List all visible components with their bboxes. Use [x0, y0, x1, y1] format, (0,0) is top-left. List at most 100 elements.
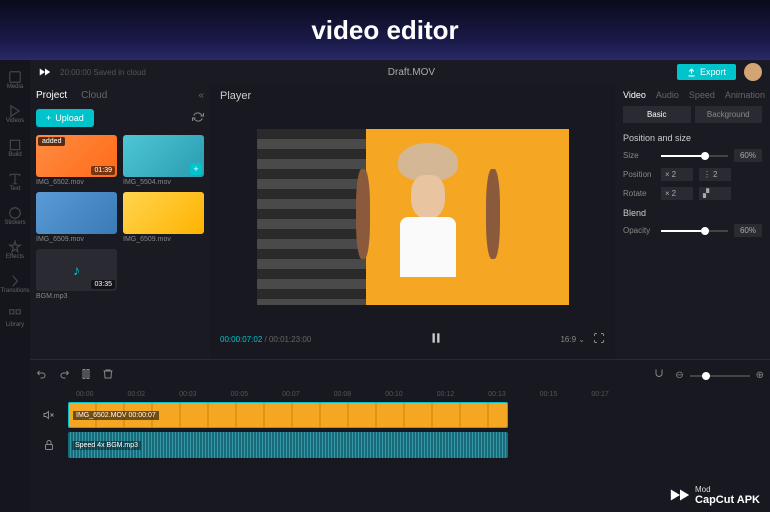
opacity-slider[interactable] — [661, 230, 728, 232]
section-position-size: Position and size — [623, 133, 762, 143]
thumb-filename: IMG_6509.mov — [36, 236, 117, 243]
video-clip[interactable]: IMG_6502.MOV 00:00:07 — [68, 402, 508, 428]
timecode: 00:00:07:02 / 00:01:23:00 — [220, 335, 311, 344]
watermark: ModCapCut APK — [669, 484, 760, 506]
video-track: IMG_6502.MOV 00:00:07 — [36, 402, 764, 428]
mute-icon[interactable] — [36, 409, 62, 421]
tab-cloud[interactable]: Cloud — [81, 90, 107, 101]
split-icon[interactable] — [80, 368, 92, 383]
plus-icon: + — [46, 113, 51, 123]
rail-videos[interactable]: Videos — [6, 104, 24, 124]
banner-title: video editor — [311, 15, 458, 46]
rail-transitions[interactable]: Transitions — [0, 274, 29, 294]
zoom-slider[interactable] — [690, 375, 750, 377]
thumb-filename: IMG_6502.mov — [36, 179, 117, 186]
audio-track: Speed 4x BGM.mp3 — [36, 432, 764, 458]
time-ruler[interactable]: 00:0000:0200:0300:0500:0700:0800:1000:12… — [36, 389, 764, 402]
rotate-input[interactable]: × 2 — [661, 187, 693, 200]
left-rail: Media Videos Build Text Stickers Effects… — [0, 60, 30, 512]
library-tabs: Project Cloud « — [36, 90, 204, 101]
banner: video editor — [0, 0, 770, 60]
thumbnail-grid: added01:39 IMG_6502.mov + IMG_5504.mov I… — [36, 135, 204, 300]
upload-button[interactable]: +Upload — [36, 109, 94, 127]
thumb-filename: IMG_5504.mov — [123, 179, 204, 186]
media-thumb[interactable]: ♪03:35 BGM.mp3 — [36, 249, 117, 300]
music-note-icon: ♪ — [73, 262, 80, 278]
subtab-basic[interactable]: Basic — [623, 106, 691, 123]
media-thumb[interactable]: + IMG_5504.mov — [123, 135, 204, 186]
preview-viewport[interactable] — [220, 108, 605, 325]
rail-effects[interactable]: Effects — [6, 240, 24, 260]
rail-build[interactable]: Build — [8, 138, 22, 158]
tab-speed[interactable]: Speed — [689, 90, 715, 100]
position-y-input[interactable]: ⋮ 2 — [699, 168, 731, 181]
media-thumb[interactable]: IMG_6509.mov — [123, 192, 204, 243]
app-logo-icon — [38, 65, 52, 79]
fullscreen-icon[interactable] — [593, 332, 605, 346]
collapse-icon[interactable]: « — [198, 90, 204, 101]
size-row: Size 60% — [623, 149, 762, 162]
timeline-toolbar: ⊖ ⊕ — [36, 364, 764, 389]
size-label: Size — [623, 151, 655, 160]
position-row: Position × 2 ⋮ 2 — [623, 168, 762, 181]
topbar: 20:00:00 Saved in cloud Draft.MOV Export — [30, 60, 770, 84]
rail-media[interactable]: Media — [7, 70, 23, 90]
media-thumb[interactable]: IMG_6509.mov — [36, 192, 117, 243]
undo-icon[interactable] — [36, 368, 48, 383]
sub-tabs: Basic Background — [623, 106, 762, 123]
panel-tabs: Video Audio Speed Animation — [623, 90, 762, 100]
magnet-icon[interactable] — [653, 368, 665, 383]
export-button[interactable]: Export — [677, 64, 736, 80]
tracks: IMG_6502.MOV 00:00:07 Speed 4x BGM.mp3 — [36, 402, 764, 458]
player-panel: Player 00:00:07:02 / 00:01:23:00 16:9 ⌄ — [210, 84, 615, 359]
player-heading: Player — [220, 90, 605, 102]
capcut-logo-icon — [669, 484, 691, 506]
size-value[interactable]: 60% — [734, 149, 762, 162]
thumb-filename: IMG_6509.mov — [123, 236, 204, 243]
rail-library[interactable]: Library — [6, 308, 24, 328]
opacity-row: Opacity 60% — [623, 224, 762, 237]
tab-audio[interactable]: Audio — [656, 90, 679, 100]
media-library: Project Cloud « +Upload added01:39 IMG_6… — [30, 84, 210, 359]
app-root: Media Videos Build Text Stickers Effects… — [0, 60, 770, 512]
preview-frame — [257, 129, 569, 305]
project-title: Draft.MOV — [154, 67, 669, 78]
middle-row: Project Cloud « +Upload added01:39 IMG_6… — [30, 84, 770, 359]
section-blend: Blend — [623, 208, 762, 218]
position-x-input[interactable]: × 2 — [661, 168, 693, 181]
pause-button[interactable] — [429, 331, 443, 347]
tab-project[interactable]: Project — [36, 90, 67, 101]
rotate-row: Rotate × 2 ▞ — [623, 187, 762, 200]
add-icon[interactable]: + — [190, 163, 202, 175]
user-avatar[interactable] — [744, 63, 762, 81]
properties-panel: Video Audio Speed Animation Basic Backgr… — [615, 84, 770, 359]
upload-row: +Upload — [36, 109, 204, 127]
player-controls: 00:00:07:02 / 00:01:23:00 16:9 ⌄ — [220, 325, 605, 353]
timeline-zoom: ⊖ ⊕ — [675, 370, 764, 381]
refresh-icon[interactable] — [192, 111, 204, 126]
timeline-panel: ⊖ ⊕ 00:0000:0200:0300:0500:0700:0800:100… — [30, 359, 770, 512]
rotate-reset-icon[interactable]: ▞ — [699, 187, 731, 200]
zoom-out-icon[interactable]: ⊖ — [675, 370, 683, 381]
main-area: 20:00:00 Saved in cloud Draft.MOV Export… — [30, 60, 770, 512]
lock-icon[interactable] — [36, 439, 62, 451]
rail-text[interactable]: Text — [8, 172, 22, 192]
zoom-in-icon[interactable]: ⊕ — [756, 370, 764, 381]
size-slider[interactable] — [661, 155, 728, 157]
rail-stickers[interactable]: Stickers — [4, 206, 25, 226]
subtab-background[interactable]: Background — [695, 106, 763, 123]
opacity-label: Opacity — [623, 226, 655, 235]
tab-video[interactable]: Video — [623, 90, 646, 100]
media-thumb[interactable]: added01:39 IMG_6502.mov — [36, 135, 117, 186]
tab-animation[interactable]: Animation — [725, 90, 765, 100]
aspect-ratio-selector[interactable]: 16:9 ⌄ — [560, 335, 585, 344]
position-label: Position — [623, 170, 655, 179]
duration-label: 01:39 — [91, 166, 115, 175]
audio-clip[interactable]: Speed 4x BGM.mp3 — [68, 432, 508, 458]
opacity-value[interactable]: 60% — [734, 224, 762, 237]
thumb-filename: BGM.mp3 — [36, 293, 117, 300]
chevron-down-icon: ⌄ — [578, 335, 585, 344]
save-status: 20:00:00 Saved in cloud — [60, 68, 146, 77]
delete-icon[interactable] — [102, 368, 114, 383]
redo-icon[interactable] — [58, 368, 70, 383]
